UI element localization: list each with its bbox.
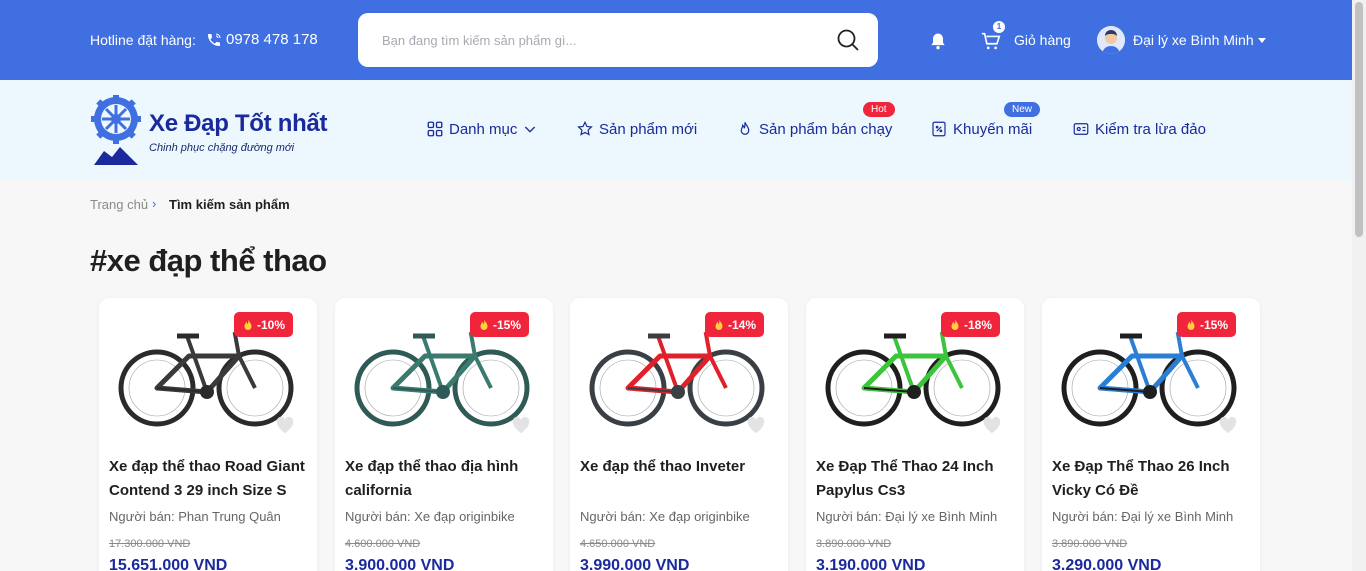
flame-icon — [740, 122, 750, 135]
nav-kiem-tra-lua-dao[interactable]: Kiểm tra lừa đảo — [1072, 120, 1206, 138]
product-price: 15.651.000 VND — [109, 557, 228, 571]
heart-icon[interactable] — [982, 416, 1002, 434]
product-old-price: 3.890.000 VND — [816, 538, 892, 550]
user-menu-toggle[interactable]: Đại lý xe Bình Minh — [1133, 32, 1266, 48]
product-seller: Người bán: Xe đạp originbike — [345, 509, 515, 524]
hotline-label: Hotline đặt hàng: — [90, 32, 196, 48]
flame-icon — [1187, 318, 1195, 330]
product-price: 3.290.000 VND — [1052, 557, 1162, 571]
grid-icon — [427, 121, 443, 137]
breadcrumb-home[interactable]: Trang chủ — [90, 197, 148, 212]
breadcrumb-current: Tìm kiếm sản phẩm — [169, 197, 290, 212]
heart-icon[interactable] — [746, 416, 766, 434]
phone-icon — [208, 32, 221, 46]
brand-slogan: Chinh phục chặng đường mới — [149, 142, 295, 154]
product-name[interactable]: Xe đạp thể thao Inveter — [580, 455, 780, 479]
nav-label: Kiểm tra lừa đảo — [1095, 120, 1206, 138]
caret-down-icon — [1257, 37, 1266, 43]
hotline-phone-link[interactable]: 0978 478 178 — [206, 31, 318, 48]
flame-icon — [480, 318, 488, 330]
flame-icon — [244, 318, 252, 330]
discount-badge: -18% — [940, 312, 1000, 337]
flame-icon — [951, 318, 959, 330]
nav-label: Sản phẩm bán chạy — [759, 120, 893, 138]
product-name[interactable]: Xe đạp thể thao địa hình california — [345, 455, 545, 503]
product-seller: Người bán: Phan Trung Quân — [109, 509, 281, 524]
nav-san-pham-moi[interactable]: Sản phẩm mới — [576, 120, 697, 138]
cart-count-badge: 1 — [993, 21, 1005, 33]
product-seller: Người bán: Đại lý xe Bình Minh — [1052, 509, 1234, 524]
nav-san-pham-ban-chay[interactable]: Sản phẩm bán chạy — [736, 120, 892, 138]
scrollbar-thumb[interactable] — [1355, 2, 1363, 237]
nav-khuyen-mai[interactable]: Khuyến mãi — [930, 120, 1032, 138]
product-card[interactable]: -15% Xe Đạp Thể Thao 26 Inch Vicky Có Đề… — [1042, 298, 1260, 571]
product-price: 3.190.000 VND — [816, 557, 926, 571]
chevron-down-icon — [525, 126, 536, 133]
product-price: 3.900.000 VND — [345, 557, 455, 571]
product-card[interactable]: -14% Xe đạp thể thao Inveter Người bán: … — [570, 298, 788, 571]
page-title: #xe đạp thể thao — [90, 243, 327, 278]
product-seller: Người bán: Đại lý xe Bình Minh — [816, 509, 998, 524]
discount-value: -10% — [256, 317, 285, 332]
bicycle-gear-logo — [91, 95, 141, 165]
discount-value: -15% — [1199, 317, 1228, 332]
product-name[interactable]: Xe Đạp Thể Thao 26 Inch Vicky Có Đề — [1052, 455, 1252, 503]
cart-link[interactable]: Giỏ hàng — [1014, 32, 1071, 48]
id-card-icon — [1073, 123, 1089, 135]
discount-value: -14% — [727, 317, 756, 332]
search-input[interactable] — [382, 13, 822, 67]
product-name[interactable]: Xe đạp thể thao Road Giant Contend 3 29 … — [109, 455, 309, 503]
nav-label: Khuyến mãi — [953, 120, 1033, 138]
product-card[interactable]: -15% Xe đạp thể thao địa hình california… — [335, 298, 553, 571]
user-name-label: Đại lý xe Bình Minh — [1133, 32, 1254, 48]
product-old-price: 4.600.000 VND — [345, 538, 421, 550]
product-price: 3.990.000 VND — [580, 557, 690, 571]
product-old-price: 3.890.000 VND — [1052, 538, 1128, 550]
flame-icon — [715, 318, 723, 330]
search-icon[interactable] — [836, 28, 860, 52]
bell-icon[interactable] — [928, 30, 948, 52]
scrollbar[interactable] — [1352, 0, 1366, 571]
heart-icon[interactable] — [1218, 416, 1238, 434]
brand-name: Xe Đạp Tốt nhất — [149, 110, 328, 137]
hot-badge: Hot — [863, 102, 895, 117]
discount-value: -18% — [963, 317, 992, 332]
avatar[interactable] — [1097, 26, 1125, 54]
product-old-price: 4.650.000 VND — [580, 538, 656, 550]
product-name[interactable]: Xe Đạp Thể Thao 24 Inch Papylus Cs3 — [816, 455, 1016, 503]
nav-label: Danh mục — [449, 120, 518, 138]
discount-badge: -15% — [1176, 312, 1236, 337]
cart-icon[interactable] — [980, 30, 1002, 52]
product-old-price: 17.300.000 VND — [109, 538, 191, 550]
discount-badge: -10% — [233, 312, 293, 337]
product-card[interactable]: -10% Xe đạp thể thao Road Giant Contend … — [99, 298, 317, 571]
breadcrumb-separator: › — [152, 196, 157, 211]
product-seller: Người bán: Xe đạp originbike — [580, 509, 750, 524]
product-card[interactable]: -18% Xe Đạp Thể Thao 24 Inch Papylus Cs3… — [806, 298, 1024, 571]
heart-icon[interactable] — [275, 416, 295, 434]
nav-label: Sản phẩm mới — [599, 120, 698, 138]
nav-danh-muc[interactable]: Danh mục — [426, 120, 538, 138]
discount-value: -15% — [492, 317, 521, 332]
star-icon — [577, 120, 593, 136]
new-badge: New — [1004, 102, 1041, 117]
hotline-number: 0978 478 178 — [226, 31, 318, 48]
heart-icon[interactable] — [511, 416, 531, 434]
search-box — [358, 13, 878, 67]
discount-badge: -15% — [469, 312, 529, 337]
discount-badge: -14% — [704, 312, 764, 337]
discount-tag-icon — [932, 121, 946, 137]
